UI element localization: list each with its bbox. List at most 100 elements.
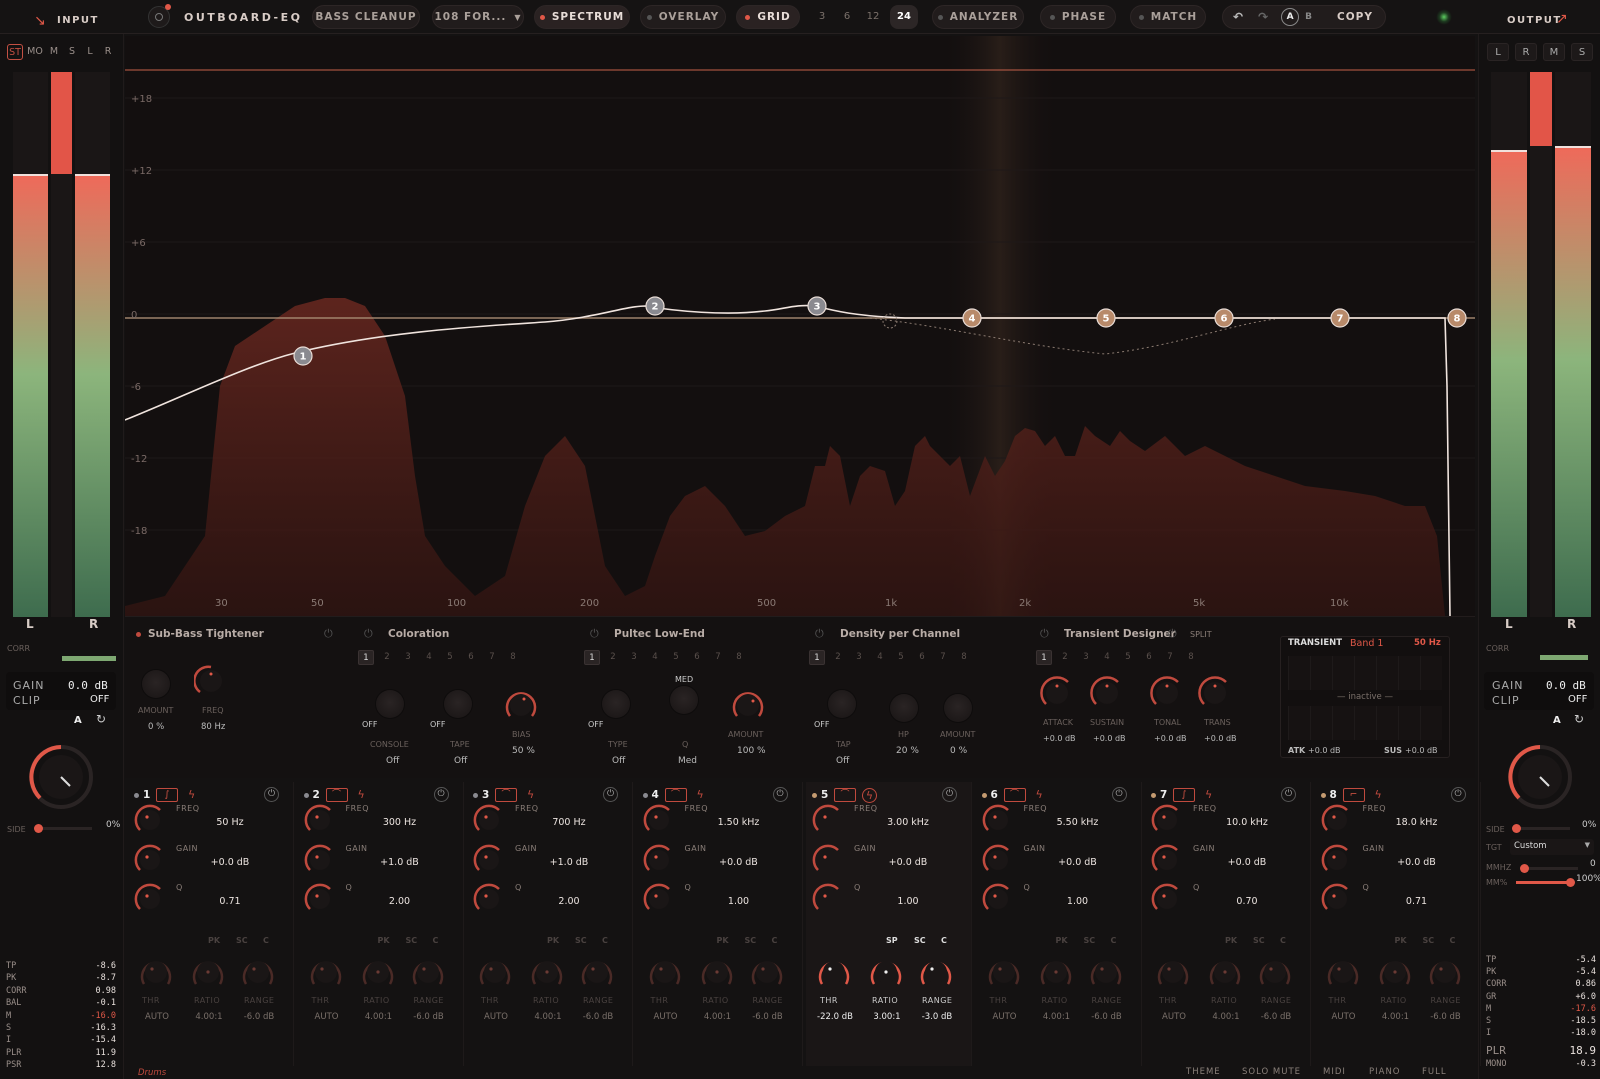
power-icon[interactable] [148, 4, 171, 28]
input-reset-icon[interactable]: ↻ [96, 712, 106, 726]
output-gain-knob[interactable] [1505, 742, 1575, 812]
density-band-2-button[interactable]: 2 [830, 650, 846, 665]
band-c-toggle[interactable]: C [772, 936, 778, 945]
band-dynamic-icon[interactable]: ϟ [1036, 788, 1043, 801]
density-band-8-button[interactable]: 8 [956, 650, 972, 665]
eq-node-8[interactable]: 8 [1447, 308, 1467, 328]
mode-mo-button[interactable]: MO [26, 44, 44, 60]
sub-bass-power-icon[interactable]: ⏻ [324, 627, 333, 641]
band-dynamic-icon[interactable]: ϟ [527, 788, 534, 801]
band-power-icon[interactable]: ⏻ [264, 787, 279, 802]
out-mode-r-button[interactable]: R [1515, 43, 1537, 61]
band-power-icon[interactable]: ⏻ [433, 787, 449, 802]
transient-band-3-button[interactable]: 3 [1078, 650, 1094, 665]
band-pk-toggle[interactable]: PK [547, 936, 559, 945]
band-q-knob[interactable] [134, 883, 166, 915]
eq-node-4[interactable]: 4 [962, 308, 982, 328]
coloration-band-3-button[interactable]: 3 [400, 650, 416, 665]
pultec-power-icon[interactable]: ⏻ [590, 627, 599, 641]
band-freq-knob[interactable] [473, 804, 505, 836]
coloration-band-8-button[interactable]: 8 [505, 650, 521, 665]
band-freq-knob[interactable] [304, 804, 336, 836]
coloration-band-5-button[interactable]: 5 [442, 650, 458, 665]
band-ratio-knob[interactable] [529, 954, 565, 990]
analyzer-button[interactable]: ANALYZER [932, 5, 1024, 29]
eq-node-1[interactable]: 1 [293, 346, 313, 366]
band-ratio-knob[interactable] [1207, 954, 1243, 990]
coloration-bias-knob[interactable] [504, 688, 538, 722]
output-side-slider[interactable] [1512, 824, 1570, 833]
band-range-knob[interactable] [240, 954, 276, 990]
band-sc-toggle[interactable]: SC [575, 936, 587, 945]
band-power-icon[interactable]: ⏻ [603, 787, 618, 802]
transient-band-2-button[interactable]: 2 [1057, 650, 1073, 665]
coloration-band-1-button[interactable]: 1 [358, 650, 374, 665]
mode-st-button[interactable]: ST [7, 44, 23, 60]
output-mm-slider[interactable] [1516, 878, 1575, 887]
band-range-knob[interactable] [1088, 954, 1124, 990]
pultec-q-knob[interactable] [670, 686, 698, 714]
band-range-knob[interactable] [1427, 954, 1463, 990]
band-pk-toggle[interactable]: PK [717, 936, 729, 945]
band-power-icon[interactable]: ⏻ [1111, 787, 1127, 802]
band-pk-toggle[interactable]: PK [1056, 936, 1068, 945]
grid-option-24[interactable]: 24 [890, 5, 918, 29]
out-mode-s-button[interactable]: S [1571, 43, 1593, 61]
out-mode-l-button[interactable]: L [1487, 43, 1509, 61]
eq-node-5[interactable]: 5 [1096, 308, 1116, 328]
density-band-3-button[interactable]: 3 [851, 650, 867, 665]
band-ratio-knob[interactable] [1038, 954, 1074, 990]
eq-graph[interactable]: 1 2 3 4 5 6 7 8 +18 +12 +6 0 -6 -12 -18 30 50 100 200 500… [125, 36, 1475, 616]
grid-button[interactable]: GRID [736, 5, 800, 29]
band-sc-toggle[interactable]: SC [236, 936, 248, 945]
footer-solo-mute[interactable]: SOLO MUTE [1242, 1067, 1301, 1077]
band-thr-knob[interactable] [1325, 954, 1361, 990]
band-pk-toggle[interactable]: PK [1395, 936, 1407, 945]
band-pk-toggle[interactable]: PK [208, 936, 220, 945]
undo-icon[interactable]: ↶ [1233, 10, 1244, 24]
overlay-button[interactable]: OVERLAY [640, 5, 726, 29]
output-tgt-select[interactable]: Custom ▼ [1510, 839, 1594, 855]
band-bell-icon[interactable]: ⌒ [664, 788, 687, 802]
band-gain-knob[interactable] [812, 844, 844, 876]
band-sc-toggle[interactable]: SC [1084, 936, 1096, 945]
pultec-band-2-button[interactable]: 2 [605, 650, 621, 665]
transient-band-7-button[interactable]: 7 [1162, 650, 1178, 665]
band-freq-knob[interactable] [643, 804, 675, 836]
eq-node-3[interactable]: 3 [807, 296, 827, 316]
transient-band-6-button[interactable]: 6 [1141, 650, 1157, 665]
transient-trans-knob[interactable] [1198, 676, 1232, 710]
band-ratio-knob[interactable] [360, 954, 396, 990]
band-bell-icon[interactable]: ⌒ [834, 788, 856, 802]
eq-node-6[interactable]: 6 [1214, 308, 1234, 328]
redo-icon[interactable]: ↷ [1258, 10, 1269, 24]
band-power-icon[interactable]: ⏻ [1281, 787, 1296, 802]
density-band-7-button[interactable]: 7 [935, 650, 951, 665]
band-gain-knob[interactable] [982, 844, 1014, 876]
band-range-knob[interactable] [749, 954, 785, 990]
band-range-knob[interactable] [1257, 954, 1293, 990]
band-shelf-icon[interactable]: ∫ [1173, 788, 1195, 802]
transient-band-5-button[interactable]: 5 [1120, 650, 1136, 665]
band-thr-knob[interactable] [477, 954, 513, 990]
band-range-knob[interactable] [579, 954, 615, 990]
band-q-knob[interactable] [812, 883, 844, 915]
sub-bass-amount-knob[interactable] [142, 670, 170, 698]
band-gain-knob[interactable] [1321, 844, 1353, 876]
band-freq-knob[interactable] [982, 804, 1014, 836]
band-thr-knob[interactable] [986, 954, 1022, 990]
footer-midi[interactable]: MIDI [1323, 1067, 1346, 1077]
mode-r-button[interactable]: R [100, 44, 116, 60]
transient-split-power-icon[interactable]: ⏻ [1168, 627, 1177, 641]
transient-band-4-button[interactable]: 4 [1099, 650, 1115, 665]
band-bell-icon[interactable]: ⌒ [325, 788, 348, 802]
preset-select[interactable]: 108 FOR... ▼ [432, 5, 524, 29]
band-ratio-knob[interactable] [699, 954, 735, 990]
band-gain-knob[interactable] [134, 844, 166, 876]
grid-option-3[interactable]: 3 [811, 5, 833, 29]
density-band-1-button[interactable]: 1 [809, 650, 825, 665]
band-bell-icon[interactable]: ⌒ [495, 788, 517, 802]
band-dynamic-icon[interactable]: ϟ [358, 788, 365, 801]
transient-tonal-knob[interactable] [1150, 676, 1184, 710]
pultec-amount-knob[interactable] [731, 688, 765, 722]
